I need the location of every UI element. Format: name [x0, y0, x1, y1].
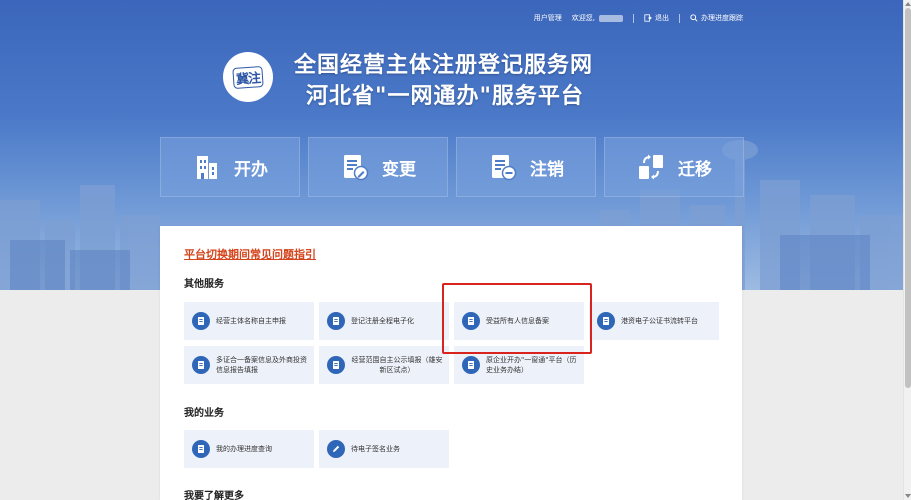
document-icon [192, 356, 210, 374]
tab-migrate[interactable]: 迁移 [604, 137, 744, 197]
section-title-other-services: 其他服务 [184, 279, 224, 290]
service-e-registration[interactable]: 登记注册全程电子化 [319, 302, 449, 340]
document-icon [462, 312, 480, 330]
progress-track-link[interactable]: 办理进度跟踪 [690, 13, 743, 23]
service-pending-e-signature[interactable]: 待电子签名业务 [319, 430, 449, 468]
divider [633, 13, 634, 23]
service-label: 多证合一备案信息及外商投资信息报告填报 [216, 356, 307, 374]
search-icon [690, 14, 698, 22]
transfer-icon [639, 154, 663, 180]
service-label: 待电子签名业务 [351, 445, 400, 453]
service-legacy-one-window[interactable]: 原企业开办"一窗通"平台（历史业务办结） [454, 346, 584, 384]
scroll-up-icon[interactable] [905, 2, 911, 6]
service-label: 登记注册全程电子化 [351, 317, 414, 325]
logout-link[interactable]: 退出 [644, 13, 669, 23]
tab-change[interactable]: 变更 [308, 137, 448, 197]
tab-open-business[interactable]: 开办 [160, 137, 300, 197]
service-name-self-declare[interactable]: 经营主体名称自主申报 [184, 302, 314, 340]
service-hk-notary-platform[interactable]: 港资电子公证书流转平台 [589, 302, 719, 340]
doc-cancel-icon [492, 155, 517, 181]
service-label: 受益所有人信息备案 [486, 317, 549, 325]
welcome-text: 欢迎您, [571, 14, 595, 22]
faq-guide-link[interactable]: 平台切换期间常见问题指引 [184, 246, 316, 262]
service-business-scope-publicity[interactable]: 经营范围自主公示填报（雄安新区试点） [319, 346, 449, 384]
service-label: 原企业开办"一窗通"平台（历史业务办结） [486, 356, 577, 374]
main-service-tabs: 开办 变更 注销 迁移 [160, 137, 744, 197]
service-label: 我的办理进度查询 [216, 445, 272, 453]
section-title-learn-more: 我要了解更多 [184, 491, 244, 500]
document-icon [597, 312, 615, 330]
divider [679, 13, 680, 23]
service-progress-query[interactable]: 我的办理进度查询 [184, 430, 314, 468]
service-multi-cert-filing[interactable]: 多证合一备案信息及外商投资信息报告填报 [184, 346, 314, 384]
site-title: 全国经营主体注册登记服务网 河北省"一网通办"服务平台 [294, 50, 593, 112]
document-icon [327, 356, 345, 374]
site-title-line1: 全国经营主体注册登记服务网 [294, 53, 594, 78]
document-icon [192, 312, 210, 330]
logo-text: 冀注 [232, 65, 264, 89]
progress-track-label: 办理进度跟踪 [701, 14, 743, 22]
document-icon [462, 356, 480, 374]
site-title-line2: 河北省"一网通办"服务平台 [306, 84, 584, 109]
section-title-my-business: 我的业务 [184, 408, 224, 419]
logout-icon [644, 14, 652, 22]
building-icon [197, 156, 217, 179]
service-beneficial-owner-filing[interactable]: 受益所有人信息备案 [454, 302, 584, 340]
services-panel: 平台切换期间常见问题指引 其他服务 经营主体名称自主申报 登记注册全程电子化 受… [160, 226, 742, 500]
doc-edit-icon [344, 155, 369, 181]
top-user-bar: 用户管理 欢迎您, 退出 办理进度跟踪 [534, 11, 743, 25]
tab-deregister[interactable]: 注销 [456, 137, 596, 197]
masked-username [599, 14, 623, 22]
logout-label: 退出 [655, 14, 669, 22]
scrollbar-thumb[interactable] [905, 8, 911, 388]
site-logo: 冀注 [223, 52, 273, 102]
pen-icon [327, 440, 345, 458]
tab-deregister-label: 注销 [530, 159, 564, 180]
tab-migrate-label: 迁移 [678, 159, 712, 180]
tab-open-business-label: 开办 [234, 159, 268, 180]
service-label: 经营范围自主公示填报（雄安新区试点） [351, 356, 443, 374]
user-manage-link[interactable]: 用户管理 [534, 13, 562, 23]
document-icon [327, 312, 345, 330]
page-scrollbar[interactable] [903, 0, 911, 500]
document-icon [192, 440, 210, 458]
service-label: 经营主体名称自主申报 [216, 317, 286, 325]
service-label: 港资电子公证书流转平台 [621, 317, 698, 325]
scroll-down-icon[interactable] [905, 494, 911, 498]
tab-change-label: 变更 [382, 159, 416, 180]
